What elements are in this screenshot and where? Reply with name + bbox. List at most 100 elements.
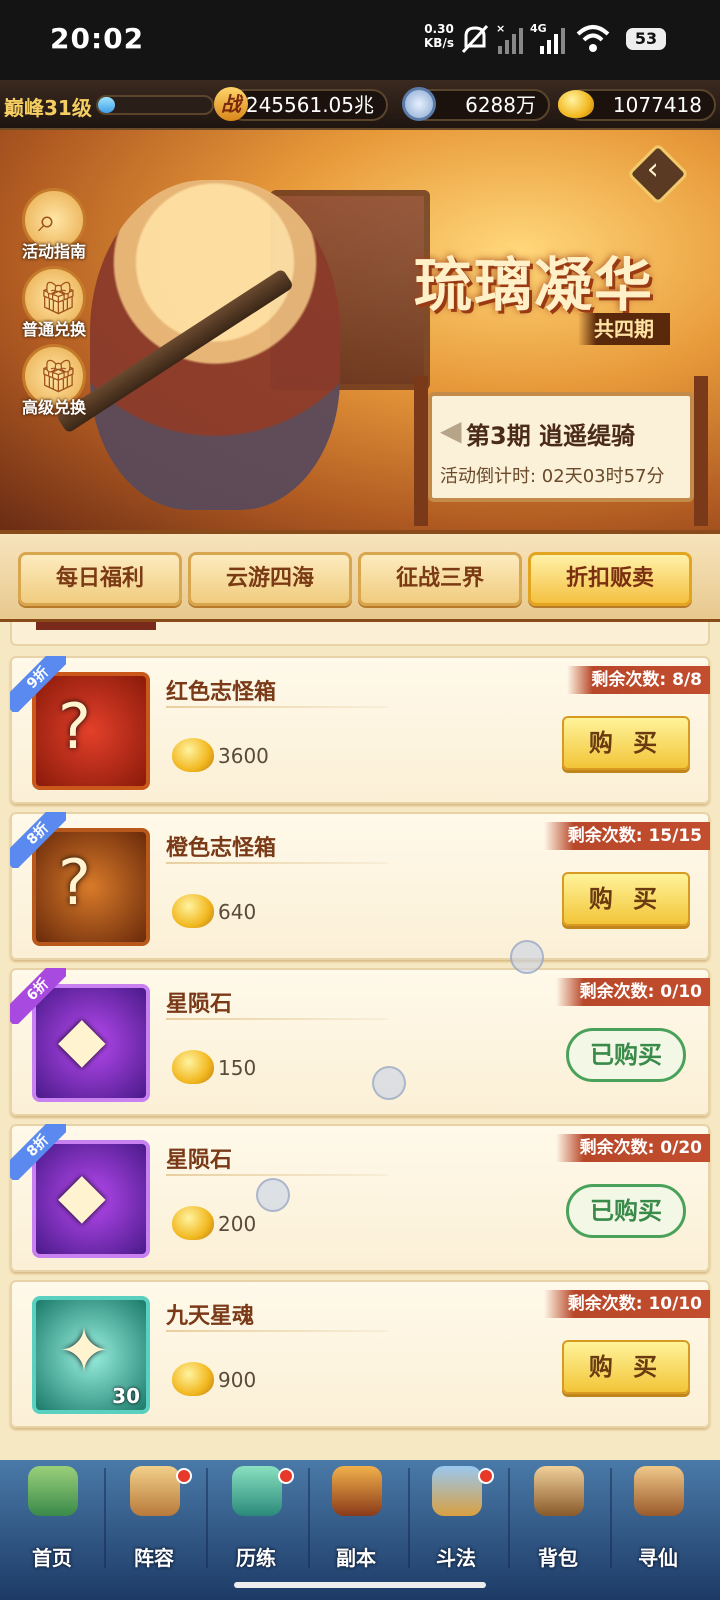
nav-label: 阵容 bbox=[134, 1546, 174, 1570]
event-subtitle: 共四期 bbox=[578, 313, 670, 345]
remaining-count: 剩余次数: 0/20 bbox=[555, 1134, 710, 1162]
nav-lineup[interactable]: 阵容 bbox=[104, 1460, 204, 1570]
activity-guide-label: 活动指南 bbox=[21, 242, 86, 261]
level-progress-bar bbox=[96, 95, 214, 115]
tab-daily-welfare[interactable]: 每日福利 bbox=[18, 552, 182, 606]
list-item: ◆ 8折 星陨石 200 剩余次数: 0/20 已购买 bbox=[10, 1124, 710, 1272]
back-button[interactable]: ‹ bbox=[626, 142, 690, 206]
price-amount: 900 bbox=[218, 1368, 257, 1392]
nav-label: 斗法 bbox=[436, 1546, 476, 1570]
discount-text: 9折 bbox=[10, 656, 66, 712]
gold-value: 1077418 bbox=[612, 93, 702, 117]
scroll-icon bbox=[634, 1466, 684, 1516]
buy-button[interactable]: 购 买 bbox=[562, 716, 690, 770]
tab-travel[interactable]: 云游四海 bbox=[188, 552, 352, 606]
notification-badge bbox=[176, 1468, 192, 1484]
nav-label: 副本 bbox=[336, 1546, 376, 1570]
nav-seek-immortal[interactable]: 寻仙 bbox=[608, 1460, 708, 1570]
price-amount: 640 bbox=[218, 900, 257, 924]
training-gourd-icon bbox=[232, 1466, 282, 1516]
discount-text: 8折 bbox=[10, 1124, 66, 1180]
notification-badge bbox=[278, 1468, 294, 1484]
copper-value: 6288万 bbox=[465, 93, 536, 117]
nav-label: 历练 bbox=[236, 1546, 276, 1570]
price-amount: 200 bbox=[218, 1212, 257, 1236]
floating-island-icon bbox=[28, 1466, 78, 1516]
gold-ingot-icon bbox=[172, 1362, 214, 1396]
list-item: ? 8折 橙色志怪箱 640 剩余次数: 15/15 购 买 bbox=[10, 812, 710, 960]
nav-training[interactable]: 历练 bbox=[206, 1460, 306, 1570]
touch-indicator bbox=[256, 1178, 290, 1212]
item-name: 九天星魂 bbox=[166, 1304, 255, 1329]
purchased-button[interactable]: 已购买 bbox=[566, 1184, 686, 1238]
frame-pillar-right bbox=[694, 376, 708, 526]
signal-x-icon: × bbox=[496, 22, 523, 54]
list-item-partial bbox=[10, 622, 710, 646]
gold-ingot-icon bbox=[172, 738, 214, 772]
item-name: 星陨石 bbox=[166, 992, 233, 1017]
partial-item-icon bbox=[36, 622, 156, 630]
item-name: 橙色志怪箱 bbox=[166, 836, 277, 861]
gold-ingot-icon bbox=[172, 894, 214, 928]
svg-text:×: × bbox=[496, 22, 505, 35]
temple-gate-icon bbox=[332, 1466, 382, 1516]
shop-item-list[interactable]: ? 9折 红色志怪箱 3600 剩余次数: 8/8 购 买 ? 8折 橙色志怪箱… bbox=[0, 622, 720, 1460]
tab-discount-sale[interactable]: 折扣贩卖 bbox=[528, 552, 692, 606]
speed-value: 0.30 bbox=[424, 22, 454, 36]
nav-backpack[interactable]: 背包 bbox=[508, 1460, 608, 1570]
resource-bar: 巅峰31级 245561.05兆 战 6288万 1077418 bbox=[0, 80, 720, 130]
touch-indicator bbox=[372, 1066, 406, 1100]
nav-duel[interactable]: 斗法 bbox=[406, 1460, 506, 1570]
divider bbox=[166, 706, 388, 708]
normal-exchange-button[interactable]: 🎁︎ 普通兑换 bbox=[18, 266, 90, 339]
notification-badge bbox=[478, 1468, 494, 1484]
hero-character-art bbox=[90, 180, 340, 510]
item-name: 红色志怪箱 bbox=[166, 680, 277, 705]
gold-ingot-icon bbox=[172, 1206, 214, 1240]
tab-conquest[interactable]: 征战三界 bbox=[358, 552, 522, 606]
discount-badge: 8折 bbox=[10, 1124, 66, 1180]
remaining-count: 剩余次数: 15/15 bbox=[543, 822, 710, 850]
nav-dungeon[interactable]: 副本 bbox=[306, 1460, 406, 1570]
buy-button[interactable]: 购 买 bbox=[562, 1340, 690, 1394]
period-label: 第3期 逍遥缇骑 bbox=[466, 422, 636, 450]
advanced-exchange-button[interactable]: 🎁︎ 高级兑换 bbox=[18, 344, 90, 417]
divider bbox=[166, 862, 388, 864]
status-bar: 20:02 0.30 KB/s × 4G 53 bbox=[0, 0, 720, 80]
nav-label: 首页 bbox=[32, 1546, 72, 1570]
divider bbox=[166, 1330, 388, 1332]
list-item: ✦ 30 九天星魂 900 剩余次数: 10/10 购 买 bbox=[10, 1280, 710, 1428]
buy-button[interactable]: 购 买 bbox=[562, 872, 690, 926]
activity-guide-button[interactable]: ⌕ 活动指南 bbox=[18, 188, 90, 261]
event-title: 琉璃凝华 bbox=[414, 251, 655, 319]
nav-label: 背包 bbox=[538, 1546, 578, 1570]
nav-home[interactable]: 首页 bbox=[2, 1460, 102, 1570]
discount-badge: 8折 bbox=[10, 812, 66, 868]
gold-ingot-icon bbox=[172, 1050, 214, 1084]
list-item: ◆ 6折 星陨石 150 剩余次数: 0/10 已购买 bbox=[10, 968, 710, 1116]
network-speed: 0.30 KB/s bbox=[424, 22, 454, 50]
home-indicator[interactable] bbox=[234, 1582, 486, 1588]
power-icon: 战 bbox=[214, 87, 248, 121]
remaining-count: 剩余次数: 10/10 bbox=[543, 1290, 710, 1318]
divider bbox=[166, 1174, 388, 1176]
network-type: 4G bbox=[530, 22, 547, 35]
prev-period-arrow-icon[interactable]: ◀ bbox=[440, 414, 462, 447]
list-item: ? 9折 红色志怪箱 3600 剩余次数: 8/8 购 买 bbox=[10, 656, 710, 804]
crown-trophy-icon bbox=[432, 1466, 482, 1516]
period-info-box: ◀ 第3期 逍遥缇骑 活动倒计时: 02天03时57分 bbox=[428, 392, 694, 502]
mute-icon bbox=[461, 24, 489, 54]
nav-label: 寻仙 bbox=[638, 1546, 678, 1570]
clock: 20:02 bbox=[50, 22, 145, 55]
cards-icon bbox=[130, 1466, 180, 1516]
touch-indicator bbox=[510, 940, 544, 974]
tab-bar: 每日福利 云游四海 征战三界 折扣贩卖 bbox=[0, 530, 720, 622]
purchased-button[interactable]: 已购买 bbox=[566, 1028, 686, 1082]
player-level: 巅峰31级 bbox=[4, 96, 92, 120]
price-amount: 3600 bbox=[218, 744, 269, 768]
frame-pillar-left bbox=[414, 376, 428, 526]
star-soul-orb-icon[interactable]: ✦ 30 bbox=[32, 1296, 150, 1414]
power-pill: 245561.05兆 bbox=[228, 89, 388, 121]
normal-exchange-label: 普通兑换 bbox=[21, 320, 86, 339]
event-banner: ‹ ⌕ 活动指南 🎁︎ 普通兑换 🎁︎ 高级兑换 琉璃凝华 共四期 ◀ 第3期 … bbox=[0, 130, 720, 530]
